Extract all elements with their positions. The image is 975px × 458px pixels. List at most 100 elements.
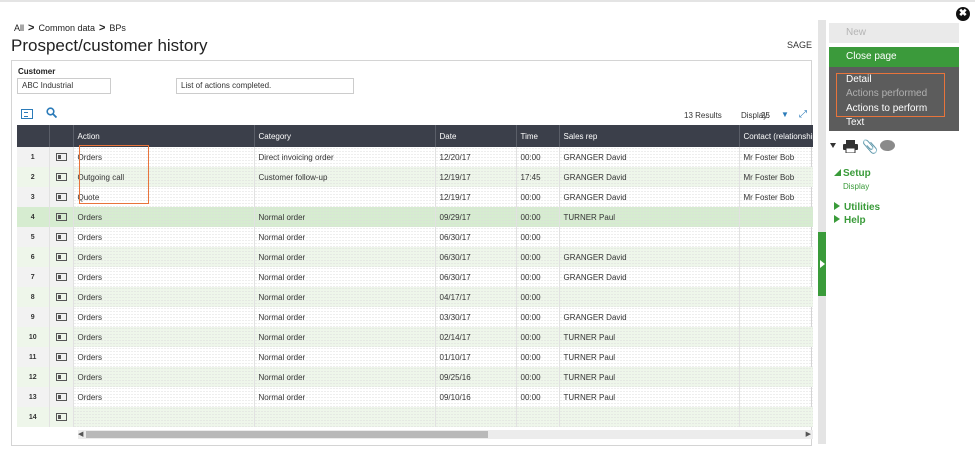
cell-date[interactable]: 09/29/17 <box>435 207 517 227</box>
cell-time[interactable]: 00:00 <box>516 347 560 367</box>
column-settings-icon[interactable] <box>21 109 33 119</box>
row-detail-icon[interactable] <box>49 407 74 427</box>
cell-action[interactable]: Orders <box>73 347 255 367</box>
cell-contact[interactable]: Mr Foster Bob <box>739 167 813 187</box>
cell-action[interactable]: Orders <box>73 247 255 267</box>
cell-action[interactable]: Orders <box>73 147 255 167</box>
cell-action[interactable]: Orders <box>73 267 255 287</box>
header-date[interactable]: Date <box>435 125 517 147</box>
row-detail-icon[interactable] <box>49 187 74 207</box>
cell-category[interactable] <box>254 187 436 207</box>
row-detail-icon[interactable] <box>49 307 74 327</box>
cell-action[interactable]: Outgoing call <box>73 167 255 187</box>
cell-date[interactable]: 06/30/17 <box>435 247 517 267</box>
header-category[interactable]: Category <box>254 125 436 147</box>
header-contact[interactable]: Contact (relationship) <box>739 125 813 147</box>
table-row[interactable]: 10 Orders Normal order 02/14/17 00:00 TURNER … <box>17 327 813 347</box>
cell-contact[interactable] <box>739 367 813 387</box>
comment-icon[interactable] <box>880 140 895 151</box>
cell-category[interactable]: Direct invoicing order <box>254 147 436 167</box>
cell-rep[interactable]: GRANGER David <box>559 247 740 267</box>
cell-action[interactable]: Orders <box>73 287 255 307</box>
breadcrumb-all[interactable]: All <box>14 23 24 33</box>
close-page-button[interactable]: Close page <box>829 47 959 67</box>
scroll-left-icon[interactable]: ◀ <box>78 430 83 438</box>
table-row[interactable]: 5 Orders Normal order 06/30/17 00:00 <box>17 227 813 247</box>
cell-date[interactable]: 12/19/17 <box>435 167 517 187</box>
cell-time[interactable] <box>516 407 560 427</box>
cell-contact[interactable] <box>739 247 813 267</box>
close-icon[interactable]: ✖ <box>956 7 970 21</box>
cell-date[interactable]: 06/30/17 <box>435 267 517 287</box>
table-row[interactable]: 1 Orders Direct invoicing order 12/20/17 00:… <box>17 147 813 167</box>
cell-time[interactable]: 00:00 <box>516 307 560 327</box>
table-row[interactable]: 14 <box>17 407 813 427</box>
row-detail-icon[interactable] <box>49 267 74 287</box>
cell-action[interactable] <box>73 407 255 427</box>
table-row[interactable]: 13 Orders Normal order 09/10/16 00:00 TURNER … <box>17 387 813 407</box>
cell-contact[interactable] <box>739 307 813 327</box>
cell-contact[interactable] <box>739 387 813 407</box>
cell-rep[interactable] <box>559 227 740 247</box>
row-detail-icon[interactable] <box>49 147 74 167</box>
table-row[interactable]: 12 Orders Normal order 09/25/16 00:00 TURNER … <box>17 367 813 387</box>
table-row[interactable]: 7 Orders Normal order 06/30/17 00:00 GRANGER … <box>17 267 813 287</box>
cell-rep[interactable]: GRANGER David <box>559 307 740 327</box>
cell-time[interactable]: 00:00 <box>516 287 560 307</box>
cell-category[interactable]: Normal order <box>254 367 436 387</box>
setup-display-link[interactable]: Display <box>843 182 869 191</box>
table-row[interactable]: 11 Orders Normal order 01/10/17 00:00 TURNER … <box>17 347 813 367</box>
cell-rep[interactable]: GRANGER David <box>559 267 740 287</box>
caret-down-icon[interactable] <box>830 143 836 148</box>
printer-icon[interactable] <box>843 140 858 153</box>
breadcrumb-common-data[interactable]: Common data <box>38 23 95 33</box>
header-sales-rep[interactable]: Sales rep <box>559 125 740 147</box>
setup-section[interactable]: Setup <box>834 168 871 179</box>
cell-date[interactable]: 12/19/17 <box>435 187 517 207</box>
row-detail-icon[interactable] <box>49 207 74 227</box>
cell-contact[interactable] <box>739 267 813 287</box>
cell-rep[interactable] <box>559 287 740 307</box>
cell-contact[interactable] <box>739 227 813 247</box>
cell-action[interactable]: Orders <box>73 227 255 247</box>
cell-category[interactable]: Normal order <box>254 327 436 347</box>
cell-action[interactable]: Orders <box>73 367 255 387</box>
utilities-section[interactable]: Utilities <box>834 202 880 213</box>
cell-rep[interactable]: GRANGER David <box>559 147 740 167</box>
cell-date[interactable]: 02/14/17 <box>435 327 517 347</box>
cell-category[interactable]: Normal order <box>254 387 436 407</box>
cell-date[interactable]: 03/30/17 <box>435 307 517 327</box>
help-section[interactable]: Help <box>834 215 866 226</box>
cell-category[interactable]: Normal order <box>254 227 436 247</box>
row-detail-icon[interactable] <box>49 287 74 307</box>
cell-rep[interactable]: GRANGER David <box>559 187 740 207</box>
row-detail-icon[interactable] <box>49 247 74 267</box>
cell-date[interactable]: 09/10/16 <box>435 387 517 407</box>
cell-category[interactable]: Customer follow-up <box>254 167 436 187</box>
header-time[interactable]: Time <box>516 125 560 147</box>
cell-category[interactable]: Normal order <box>254 247 436 267</box>
cell-rep[interactable] <box>559 407 740 427</box>
cell-time[interactable]: 00:00 <box>516 327 560 347</box>
cell-date[interactable]: 06/30/17 <box>435 227 517 247</box>
cell-time[interactable]: 00:00 <box>516 227 560 247</box>
menu-item-text[interactable]: Text <box>846 117 864 128</box>
cell-contact[interactable]: Mr Foster Bob <box>739 147 813 167</box>
sidebar-toggle[interactable] <box>818 232 826 296</box>
row-detail-icon[interactable] <box>49 347 74 367</box>
table-row[interactable]: 8 Orders Normal order 04/17/17 00:00 <box>17 287 813 307</box>
customer-field[interactable]: ABC Industrial <box>17 78 111 94</box>
row-detail-icon[interactable] <box>49 387 74 407</box>
paperclip-icon[interactable]: 📎 <box>862 139 878 155</box>
table-row[interactable]: 6 Orders Normal order 06/30/17 00:00 GRANGER … <box>17 247 813 267</box>
cell-contact[interactable] <box>739 207 813 227</box>
cell-time[interactable]: 00:00 <box>516 387 560 407</box>
cell-action[interactable]: Orders <box>73 207 255 227</box>
row-detail-icon[interactable] <box>49 367 74 387</box>
cell-category[interactable]: Normal order <box>254 307 436 327</box>
cell-category[interactable]: Normal order <box>254 347 436 367</box>
table-row[interactable]: 4 Orders Normal order 09/29/17 00:00 TURNER P… <box>17 207 813 227</box>
cell-rep[interactable]: TURNER Paul <box>559 207 740 227</box>
cell-date[interactable]: 01/10/17 <box>435 347 517 367</box>
header-action[interactable]: Action <box>73 125 255 147</box>
